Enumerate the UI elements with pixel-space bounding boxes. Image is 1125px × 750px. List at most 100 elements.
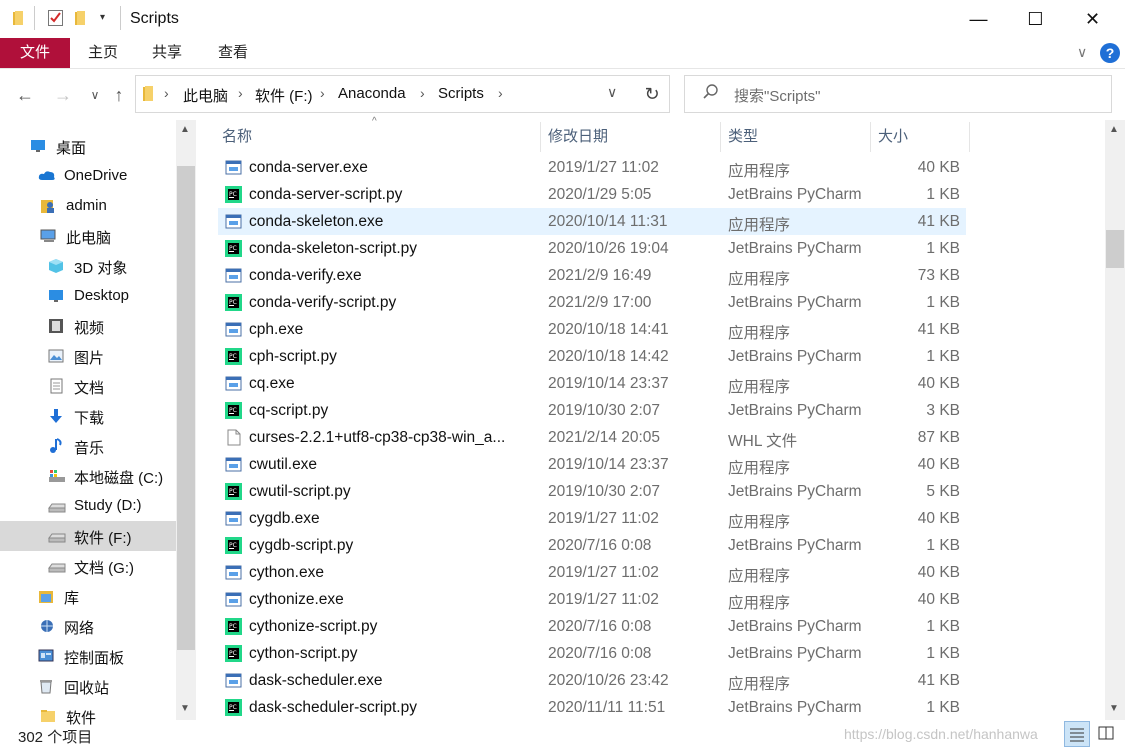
application-icon — [225, 672, 242, 689]
svg-text:PC: PC — [229, 542, 237, 549]
file-row[interactable]: cygdb.exe 2019/1/27 11:02 应用程序 40 KB — [218, 505, 966, 532]
file-type: 应用程序 — [728, 568, 791, 585]
sidebar-item[interactable]: 本地磁盘 (C:) — [0, 461, 176, 491]
breadcrumb-chevron-icon[interactable]: › — [238, 85, 243, 101]
expand-ribbon-chevron-icon[interactable]: ∨ — [1077, 44, 1087, 61]
breadcrumb-chevron-icon[interactable]: › — [320, 85, 325, 101]
details-view-icon[interactable] — [1064, 721, 1090, 747]
folder-icon — [40, 708, 56, 724]
drive-icon — [48, 558, 66, 574]
file-row[interactable]: conda-server.exe 2019/1/27 11:02 应用程序 40 KB — [218, 154, 966, 181]
breadcrumb-chevron-icon[interactable]: › — [420, 85, 425, 101]
column-separator[interactable] — [540, 122, 541, 152]
sidebar-item[interactable]: 文档 — [0, 371, 176, 401]
sidebar-item[interactable]: 下载 — [0, 401, 176, 431]
file-row[interactable]: conda-skeleton.exe 2020/10/14 11:31 应用程序 41… — [218, 208, 966, 235]
column-header-size[interactable]: 大小 — [878, 122, 908, 152]
file-row[interactable]: conda-verify.exe 2021/2/9 16:49 应用程序 73 KB — [218, 262, 966, 289]
sidebar-item[interactable]: 音乐 — [0, 431, 176, 461]
column-header-name[interactable]: 名称 — [222, 122, 252, 152]
sidebar-item[interactable]: 3D 对象 — [0, 251, 176, 281]
file-row[interactable]: PC cython-script.py 2020/7/16 0:08 JetBrain… — [218, 640, 966, 667]
file-type: 应用程序 — [728, 217, 791, 234]
column-separator[interactable] — [870, 122, 871, 152]
file-size: 1 KB — [926, 294, 960, 311]
forward-arrow-icon[interactable]: → — [50, 80, 76, 110]
maximize-button[interactable]: ☐ — [1007, 0, 1064, 38]
file-row[interactable]: cph.exe 2020/10/18 14:41 应用程序 41 KB — [218, 316, 966, 343]
back-arrow-icon[interactable]: ← — [12, 80, 38, 110]
large-icons-view-icon[interactable] — [1094, 721, 1120, 747]
sidebar-item[interactable]: 桌面 — [0, 131, 176, 161]
file-list-scrollbar[interactable] — [1105, 120, 1125, 720]
scroll-down-arrow-icon[interactable]: ▼ — [180, 703, 190, 714]
tab-view[interactable]: 查看 — [218, 38, 248, 68]
file-row[interactable]: cythonize.exe 2019/1/27 11:02 应用程序 40 KB — [218, 586, 966, 613]
column-separator[interactable] — [720, 122, 721, 152]
file-row[interactable]: dask-scheduler.exe 2020/10/26 23:42 应用程序 41… — [218, 667, 966, 694]
sidebar-item[interactable]: 软件 (F:) — [0, 521, 176, 551]
column-separator[interactable] — [969, 122, 970, 152]
breadcrumb-anaconda[interactable]: Anaconda — [338, 85, 406, 102]
up-arrow-icon[interactable]: ↑ — [106, 80, 132, 110]
file-row[interactable]: PC cythonize-script.py 2020/7/16 0:08 JetBr… — [218, 613, 966, 640]
scroll-up-arrow-icon[interactable]: ▲ — [180, 124, 190, 135]
tab-file[interactable]: 文件 — [0, 38, 70, 68]
file-row[interactable]: PC dask-scheduler-script.py 2020/11/11 11:… — [218, 694, 966, 721]
properties-checkmark-icon[interactable] — [47, 9, 63, 27]
sidebar-item[interactable]: 网络 — [0, 611, 176, 641]
file-row[interactable]: PC cph-script.py 2020/10/18 14:42 JetBrains… — [218, 343, 966, 370]
sidebar-item[interactable]: 图片 — [0, 341, 176, 371]
file-row[interactable]: PC cwutil-script.py 2019/10/30 2:07 JetBrai… — [218, 478, 966, 505]
sidebar-item[interactable]: 回收站 — [0, 671, 176, 701]
breadcrumb-drive-f[interactable]: 软件 (F:) — [255, 85, 313, 106]
sidebar-item-label: 软件 — [66, 710, 97, 727]
sidebar-item[interactable]: 库 — [0, 581, 176, 611]
tab-share[interactable]: 共享 — [152, 38, 182, 68]
tab-home[interactable]: 主页 — [88, 38, 118, 68]
file-row[interactable]: curses-2.2.1+utf8-cp38-cp38-win_a... 2021… — [218, 424, 966, 451]
sidebar-item-label: Desktop — [74, 287, 130, 304]
file-row[interactable]: PC conda-skeleton-script.py 2020/10/26 19:… — [218, 235, 966, 262]
sidebar-item-label: 3D 对象 — [74, 260, 128, 277]
file-row[interactable]: cython.exe 2019/1/27 11:02 应用程序 40 KB — [218, 559, 966, 586]
sidebar-item[interactable]: 视频 — [0, 311, 176, 341]
address-dropdown-chevron-icon[interactable]: ∨ — [607, 84, 617, 101]
sidebar-item[interactable]: 文档 (G:) — [0, 551, 176, 581]
file-row[interactable]: PC conda-server-script.py 2020/1/29 5:05 Je… — [218, 181, 966, 208]
sidebar-item[interactable]: OneDrive — [0, 161, 176, 191]
file-row[interactable]: PC cygdb-script.py 2020/7/16 0:08 JetBrains… — [218, 532, 966, 559]
breadcrumb-scripts[interactable]: Scripts — [438, 85, 484, 102]
scroll-up-arrow-icon[interactable]: ▲ — [1109, 124, 1119, 135]
column-header-date[interactable]: 修改日期 — [548, 122, 608, 152]
sidebar-item[interactable]: Study (D:) — [0, 491, 176, 521]
file-row[interactable]: PC conda-verify-script.py 2021/2/9 17:00 Je… — [218, 289, 966, 316]
breadcrumb-chevron-icon[interactable]: › — [498, 85, 503, 101]
nav-scrollbar-thumb[interactable] — [177, 166, 195, 650]
sidebar-item[interactable]: admin — [0, 191, 176, 221]
customize-toolbar-icon[interactable]: ▾ — [100, 12, 105, 23]
file-row[interactable]: cq.exe 2019/10/14 23:37 应用程序 40 KB — [218, 370, 966, 397]
sidebar-item[interactable]: 此电脑 — [0, 221, 176, 251]
breadcrumb-this-pc[interactable]: 此电脑 — [183, 85, 228, 106]
recent-locations-chevron-icon[interactable]: ∨ — [82, 80, 108, 110]
application-icon — [225, 321, 242, 338]
new-folder-icon[interactable] — [74, 9, 90, 27]
file-name: conda-verify.exe — [249, 267, 362, 284]
breadcrumb-chevron-icon[interactable]: › — [164, 85, 169, 101]
pycharm-file-icon: PC — [225, 645, 242, 662]
sidebar-item[interactable]: Desktop — [0, 281, 176, 311]
file-row[interactable]: cwutil.exe 2019/10/14 23:37 应用程序 40 KB — [218, 451, 966, 478]
minimize-button[interactable]: — — [950, 0, 1007, 38]
scroll-down-arrow-icon[interactable]: ▼ — [1109, 703, 1119, 714]
file-date: 2020/10/14 11:31 — [548, 213, 668, 230]
file-date: 2019/1/27 11:02 — [548, 510, 659, 527]
file-list-scrollbar-thumb[interactable] — [1106, 230, 1124, 268]
file-row[interactable]: PC cq-script.py 2019/10/30 2:07 JetBrains P… — [218, 397, 966, 424]
help-icon[interactable]: ? — [1100, 43, 1120, 63]
refresh-icon[interactable]: ↻ — [635, 75, 670, 113]
column-header-type[interactable]: 类型 — [728, 122, 758, 152]
close-button[interactable]: ✕ — [1064, 0, 1121, 38]
sidebar-item[interactable]: 控制面板 — [0, 641, 176, 671]
file-type: 应用程序 — [728, 676, 791, 693]
